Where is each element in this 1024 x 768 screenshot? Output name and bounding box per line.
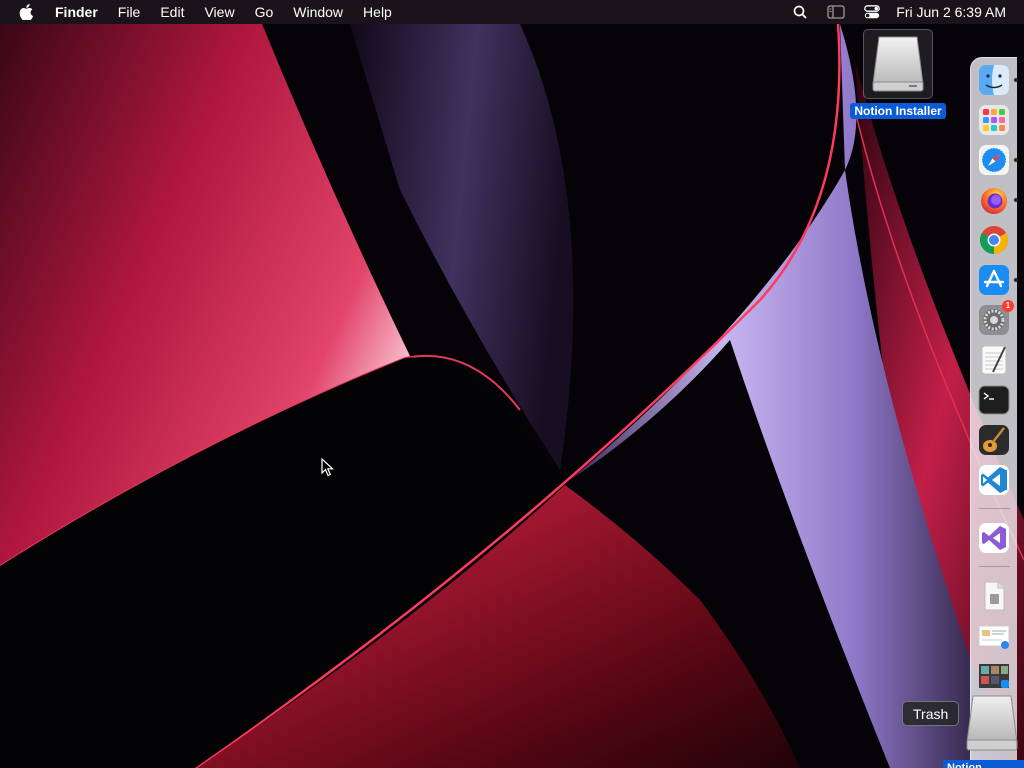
running-indicator <box>1014 198 1018 202</box>
safari-icon <box>979 145 1009 175</box>
desktop-drive-label: Notion Installer <box>850 103 946 119</box>
finder-icon <box>979 65 1009 95</box>
dock-item-firefox[interactable] <box>976 182 1018 218</box>
dock-item-vscode[interactable] <box>976 462 1012 498</box>
stack-icon <box>979 664 1009 688</box>
dock-separator <box>979 508 1010 509</box>
apple-menu-icon[interactable] <box>19 4 33 20</box>
drive-icon-frame <box>863 29 933 99</box>
search-icon[interactable] <box>791 4 809 20</box>
running-indicator <box>1014 158 1018 162</box>
firefox-icon <box>981 188 1007 214</box>
dock-item-finder[interactable] <box>976 62 1018 98</box>
trash-icon <box>966 695 1018 751</box>
dock-item-document[interactable] <box>976 578 1012 614</box>
dock-item-textedit[interactable] <box>976 342 1012 378</box>
terminal-icon <box>978 385 1010 415</box>
guitar-icon <box>979 425 1009 455</box>
desktop-drive-notion-installer[interactable]: Notion Installer <box>848 29 948 119</box>
control-center-icon[interactable] <box>863 4 881 20</box>
dock-item-terminal[interactable] <box>976 382 1012 418</box>
launchpad-icon <box>979 105 1009 135</box>
chrome-icon <box>980 226 1008 254</box>
dock-item-trash[interactable] <box>965 694 1019 752</box>
vscode-icon <box>979 465 1009 495</box>
dock-item-chrome[interactable] <box>976 222 1012 258</box>
menu-view[interactable]: View <box>194 0 244 24</box>
dock-item-garageband[interactable] <box>976 422 1012 458</box>
menu-window[interactable]: Window <box>283 0 353 24</box>
visual-studio-icon <box>979 523 1009 553</box>
menu-go[interactable]: Go <box>245 0 284 24</box>
menubar-clock[interactable]: Fri Jun 2 6:39 AM <box>896 4 1006 20</box>
dock-item-launchpad[interactable] <box>976 102 1012 138</box>
menu-help[interactable]: Help <box>353 0 402 24</box>
document-icon <box>984 581 1005 611</box>
running-indicator <box>1014 78 1018 82</box>
menu-edit[interactable]: Edit <box>150 0 194 24</box>
menu-bar: Finder File Edit View Go Window Help Fri… <box>0 0 1024 24</box>
sidebar-icon[interactable] <box>827 4 845 20</box>
dock-item-applications-stack[interactable] <box>976 658 1012 694</box>
dock-item-system-settings[interactable]: 1 <box>976 300 1014 338</box>
dock-item-downloads-stack[interactable] <box>976 618 1012 654</box>
dock-item-visual-studio[interactable] <box>976 520 1012 556</box>
dock-separator <box>979 566 1010 567</box>
dock: 1 <box>966 57 1018 768</box>
dock-tooltip: Trash <box>902 701 960 726</box>
menu-file[interactable]: File <box>108 0 151 24</box>
dock-item-safari[interactable] <box>976 142 1018 178</box>
menu-app-finder[interactable]: Finder <box>45 0 108 24</box>
mouse-cursor-icon <box>321 458 335 477</box>
dock-item-app-store[interactable] <box>976 262 1018 298</box>
dragged-item-label: Notion Installer <box>943 760 1024 768</box>
app-store-icon <box>979 265 1009 295</box>
notification-badge: 1 <box>1002 300 1014 312</box>
stack-icon <box>978 625 1010 649</box>
external-drive-icon <box>872 36 924 92</box>
textedit-icon <box>981 345 1007 375</box>
running-indicator <box>1014 278 1018 282</box>
